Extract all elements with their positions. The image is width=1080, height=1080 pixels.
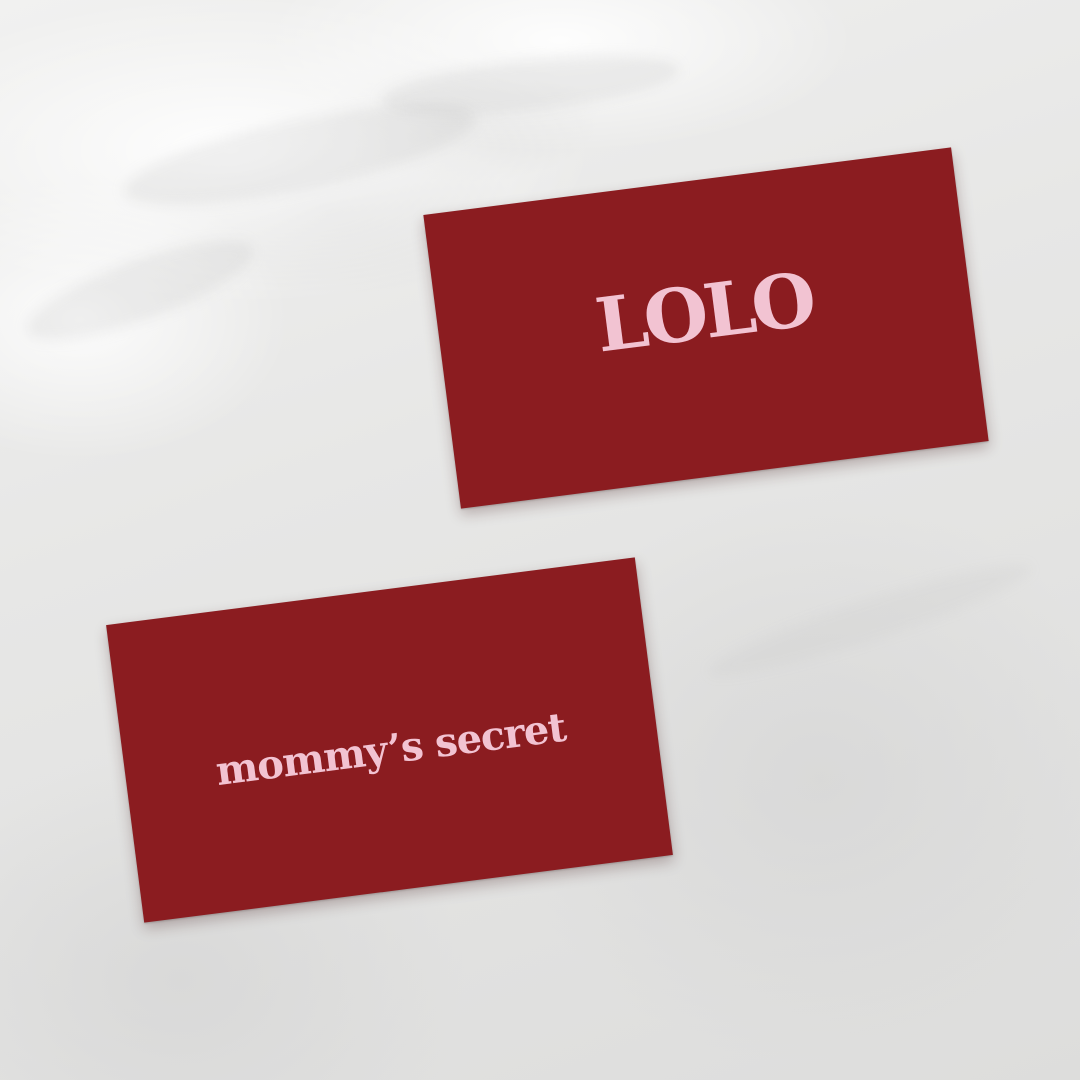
lolo-logo: LOLO	[591, 256, 818, 370]
marble-vein	[378, 44, 682, 126]
business-card-front: LOLO	[423, 147, 989, 509]
business-card-back: mommy’s secret	[106, 557, 673, 923]
mommys-secret-tagline: mommy’s secret	[213, 703, 569, 796]
marble-background: LOLO mommy’s secret	[0, 0, 1080, 1080]
marble-vein	[16, 220, 264, 360]
marble-vein	[702, 548, 1038, 692]
